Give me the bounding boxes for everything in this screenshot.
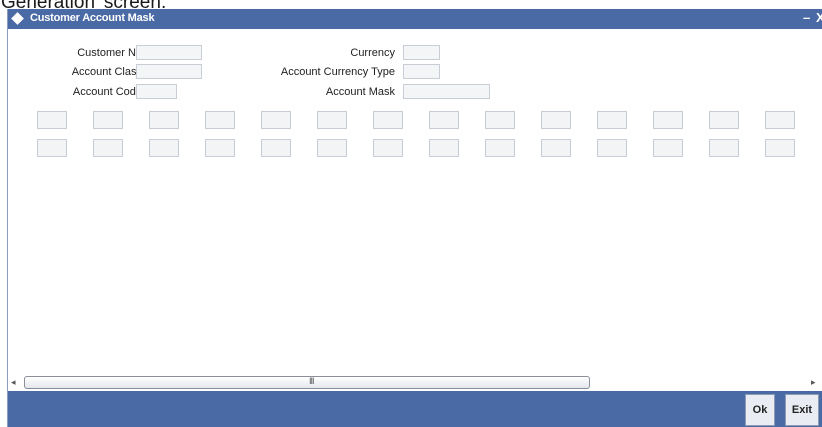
mask-grid-cell[interactable] bbox=[261, 139, 291, 157]
mask-grid-cell[interactable] bbox=[653, 111, 683, 129]
mask-grid-cell[interactable] bbox=[149, 139, 179, 157]
mask-grid-cell[interactable] bbox=[597, 139, 627, 157]
mask-grid-cell[interactable] bbox=[429, 111, 459, 129]
customer-account-mask-window: Customer Account Mask – X Customer No Ac… bbox=[7, 9, 822, 427]
mask-grid-cell[interactable] bbox=[597, 111, 627, 129]
account-mask-label: Account Mask bbox=[325, 86, 395, 98]
minimize-icon[interactable]: – bbox=[803, 10, 810, 25]
mask-grid-cell[interactable] bbox=[373, 111, 403, 129]
mask-grid-cell[interactable] bbox=[485, 139, 515, 157]
mask-grid-cell[interactable] bbox=[261, 111, 291, 129]
mask-grid-cell[interactable] bbox=[93, 111, 123, 129]
diamond-icon bbox=[11, 12, 24, 25]
mask-grid-cell[interactable] bbox=[317, 111, 347, 129]
scroll-left-icon[interactable]: ◂ bbox=[11, 377, 16, 388]
scrollbar-grip-icon: III bbox=[309, 376, 314, 386]
footer-bar: Ok Exit bbox=[8, 391, 822, 427]
mask-grid-cell[interactable] bbox=[205, 111, 235, 129]
account-class-input[interactable] bbox=[136, 64, 202, 79]
close-icon[interactable]: X bbox=[816, 10, 822, 25]
mask-grid-cell[interactable] bbox=[149, 111, 179, 129]
mask-grid-cell[interactable] bbox=[429, 139, 459, 157]
mask-grid-cell[interactable] bbox=[541, 111, 571, 129]
mask-grid-cell[interactable] bbox=[37, 111, 67, 129]
horizontal-scrollbar[interactable]: ◂ III ▸ bbox=[8, 375, 822, 390]
account-currency-type-label: Account Currency Type bbox=[280, 66, 395, 78]
mask-grid-cell[interactable] bbox=[765, 139, 795, 157]
title-bar: Customer Account Mask – X bbox=[8, 9, 822, 29]
scroll-right-icon[interactable]: ▸ bbox=[811, 377, 816, 388]
customer-no-input[interactable] bbox=[136, 45, 202, 60]
account-code-input[interactable] bbox=[136, 84, 177, 99]
mask-grid-cell[interactable] bbox=[205, 139, 235, 157]
mask-grid-cell[interactable] bbox=[765, 111, 795, 129]
mask-grid-cell[interactable] bbox=[37, 139, 67, 157]
mask-grid-cell[interactable] bbox=[373, 139, 403, 157]
account-class-label: Account Class bbox=[71, 66, 142, 78]
mask-grid-cell[interactable] bbox=[93, 139, 123, 157]
mask-grid-cell[interactable] bbox=[709, 139, 739, 157]
exit-button[interactable]: Exit bbox=[785, 394, 819, 426]
ok-button[interactable]: Ok bbox=[745, 394, 775, 426]
window-title: Customer Account Mask bbox=[30, 12, 155, 24]
mask-grid-cell[interactable] bbox=[485, 111, 515, 129]
mask-grid-cell[interactable] bbox=[317, 139, 347, 157]
mask-grid-cell[interactable] bbox=[653, 139, 683, 157]
account-code-label: Account Code bbox=[72, 86, 142, 98]
scrollbar-thumb[interactable]: III bbox=[24, 376, 590, 389]
account-mask-input[interactable] bbox=[403, 84, 490, 99]
mask-grid-cell[interactable] bbox=[709, 111, 739, 129]
customer-no-label: Customer No bbox=[77, 47, 142, 59]
currency-input[interactable] bbox=[403, 45, 440, 60]
mask-grid-cell[interactable] bbox=[541, 139, 571, 157]
currency-label: Currency bbox=[350, 47, 395, 59]
account-currency-type-input[interactable] bbox=[403, 64, 440, 79]
